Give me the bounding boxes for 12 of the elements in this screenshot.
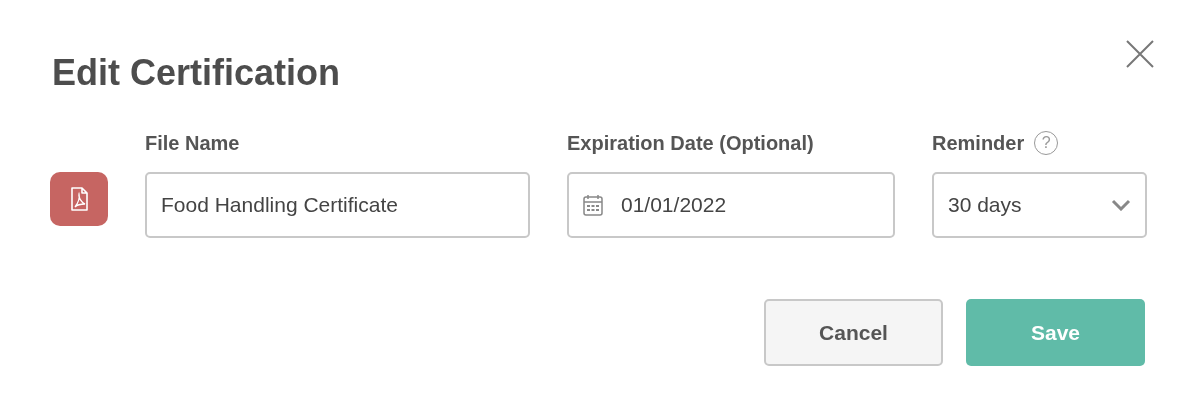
field-label: Reminder: [932, 131, 1025, 155]
field-label: Expiration Date (Optional): [567, 131, 814, 155]
date-field[interactable]: 01/01/2022: [567, 172, 895, 238]
field-label: File Name: [145, 131, 240, 155]
dialog-title: Edit Certification: [52, 52, 341, 94]
reminder-dropdown[interactable]: 30 days: [932, 172, 1147, 238]
calendar-icon: [583, 194, 603, 216]
pdf-file-icon: [50, 172, 108, 226]
cancel-button[interactable]: Cancel: [764, 299, 943, 366]
chevron-down-icon: [1111, 199, 1131, 211]
input-field[interactable]: Food Handling Certificate: [145, 172, 530, 238]
close-icon[interactable]: [1126, 40, 1154, 68]
